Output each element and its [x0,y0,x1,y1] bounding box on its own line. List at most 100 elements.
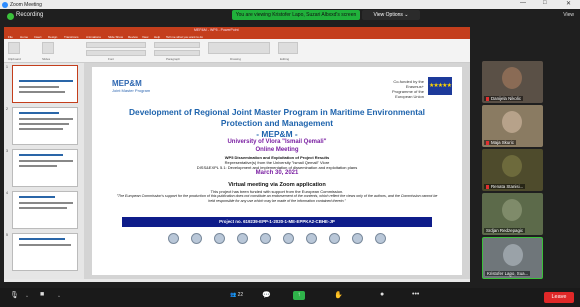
reactions-icon[interactable]: ✋ [334,291,343,299]
participants-icon[interactable]: 👥 22 [230,292,243,298]
video-camera-icon[interactable]: ■ [40,291,44,298]
group-label: Font [108,57,115,61]
logo-subtitle: Joint Master Program [112,88,151,93]
chevron-down-icon[interactable]: ⌄ [508,272,513,279]
ppt-ribbon: Clipboard Slides Font Paragraph Drawing … [4,39,470,63]
share-screen-icon[interactable]: ↑ [293,291,305,300]
participants-count: 22 [237,292,244,298]
partner-logo-icon [237,232,248,244]
font-format-row[interactable] [86,50,146,56]
university-name: University of Vlora "Ismail Qemali" [227,139,327,145]
partner-logo-icon [283,232,294,244]
slide-thumbnails: 1 2 3 4 5 [4,63,84,279]
project-number: Project no. 619239-EPP-1-2020-1-ME-EPPKA… [122,217,432,227]
slide-number: 4 [6,191,8,195]
slide-title-line2: Protection and Management [220,118,334,128]
participant-tile[interactable]: Maja Skuric [482,105,543,147]
leave-button[interactable]: Leave [544,292,574,303]
font-select[interactable] [86,42,146,48]
slide-number: 1 [6,65,8,69]
editing-buttons[interactable] [278,42,298,54]
slide-thumbnail[interactable] [12,65,78,103]
record-icon[interactable]: ● [380,291,384,298]
disclaimer: "The European Commission's support for t… [116,194,438,203]
participant-name: Srdjan Redzepagic [484,228,526,233]
slide-thumbnail[interactable] [12,149,78,187]
meeting-toolbar: 🎙 ^ ■ ^ 👥 22 💬 ↑ ✋ ● ••• Leave [0,288,580,307]
participant-video [502,111,522,133]
viewing-banner: You are viewing Kristofer Lapo, Suzari A… [232,10,360,20]
group-label: Clipboard [8,57,21,61]
partner-logo-icon [191,232,202,244]
participant-video [502,155,522,177]
cofund-text: Co-funded by the Erasmus+ Programme of t… [391,79,424,99]
partner-logo-icon [214,232,225,244]
ppt-statusbar [4,279,470,282]
align-row[interactable] [154,50,200,56]
online-meeting: Online Meeting [255,147,299,153]
slide-number: 2 [6,107,8,111]
participant-tile[interactable]: Danijela Nikolic [482,61,543,103]
view-button[interactable]: View [563,12,574,18]
group-label: Paragraph [166,57,181,61]
group-label: Editing [280,57,290,61]
ppt-doc-name: MEP&M - WP5 - PowerPoint [194,28,239,32]
group-label: Slides [42,57,51,61]
virtual-meeting: Virtual meeting via Zoom application [228,182,326,188]
slide-thumbnail[interactable] [12,233,78,271]
shared-screen: MEP&M - WP5 - PowerPoint File Home Inser… [4,27,470,282]
slide-thumbnail[interactable] [12,191,78,229]
ppt-titlebar: MEP&M - WP5 - PowerPoint [4,27,470,34]
slide-number: 5 [6,233,8,237]
eu-flag-icon: ★★★★★ [428,77,452,95]
participant-tile[interactable]: Srdjan Redzepagic [482,193,543,235]
muted-mic-icon [486,140,489,145]
group-label: Drawing [230,57,242,61]
video-options-chevron[interactable]: ^ [58,294,60,299]
partner-logo-icon [168,232,179,244]
participant-name: Renata Stanisi... [484,184,526,189]
participant-name: Danijela Nikolic [484,96,524,101]
mepm-logo: MEP&M Joint Master Program [112,79,150,93]
slide-number: 3 [6,149,8,153]
slide-thumbnail[interactable] [12,107,78,145]
paste-button[interactable] [8,42,20,54]
participant-video [503,244,523,266]
drawing-shapes[interactable] [208,42,270,54]
recording-icon [7,13,14,20]
eu-stars: ★★★★★ [429,83,452,89]
partner-logo-icon [260,232,271,244]
participant-video [502,199,522,221]
current-slide: MEP&M Joint Master Program Co-funded by t… [92,67,462,275]
partner-logos [162,231,392,245]
zoom-logo-icon [2,1,8,8]
slide-canvas: MEP&M Joint Master Program Co-funded by t… [84,63,470,279]
microphone-icon[interactable]: 🎙 [10,291,19,299]
participant-tile[interactable]: Renata Stanisi... [482,149,543,191]
partner-logo-icon [329,232,340,244]
chat-icon[interactable]: 💬 [262,291,271,299]
new-slide-button[interactable] [42,42,54,54]
meeting-date: March 30, 2021 [255,170,299,176]
maximize-button[interactable]: □ [543,0,547,6]
minimize-button[interactable]: — [520,0,526,6]
partner-logo-icon [352,232,363,244]
partner-logo-icon [306,232,317,244]
window-title: Zoom Meeting [10,1,42,8]
audio-options-chevron[interactable]: ^ [26,294,28,299]
participant-gallery: Danijela Nikolic Maja Skuric Renata Stan… [472,27,580,282]
meeting-topbar: Recording You are viewing Kristofer Lapo… [0,9,580,25]
participant-name: Maja Skuric [484,140,516,145]
slide-title-line1: Development of Regional Joint Master Pro… [129,107,425,117]
recording-label: Recording [16,12,44,18]
close-button[interactable]: ✕ [566,0,571,7]
muted-mic-icon [486,184,489,189]
participant-video [502,67,522,89]
view-options-button[interactable]: View Options ⌄ [362,10,420,20]
paragraph-row[interactable] [154,42,200,48]
more-icon[interactable]: ••• [412,291,419,298]
window-titlebar: Zoom Meeting — □ ✕ [0,0,580,9]
partner-logo-icon [375,232,386,244]
muted-mic-icon [486,96,489,101]
logo-text: MEP&M [112,79,142,88]
